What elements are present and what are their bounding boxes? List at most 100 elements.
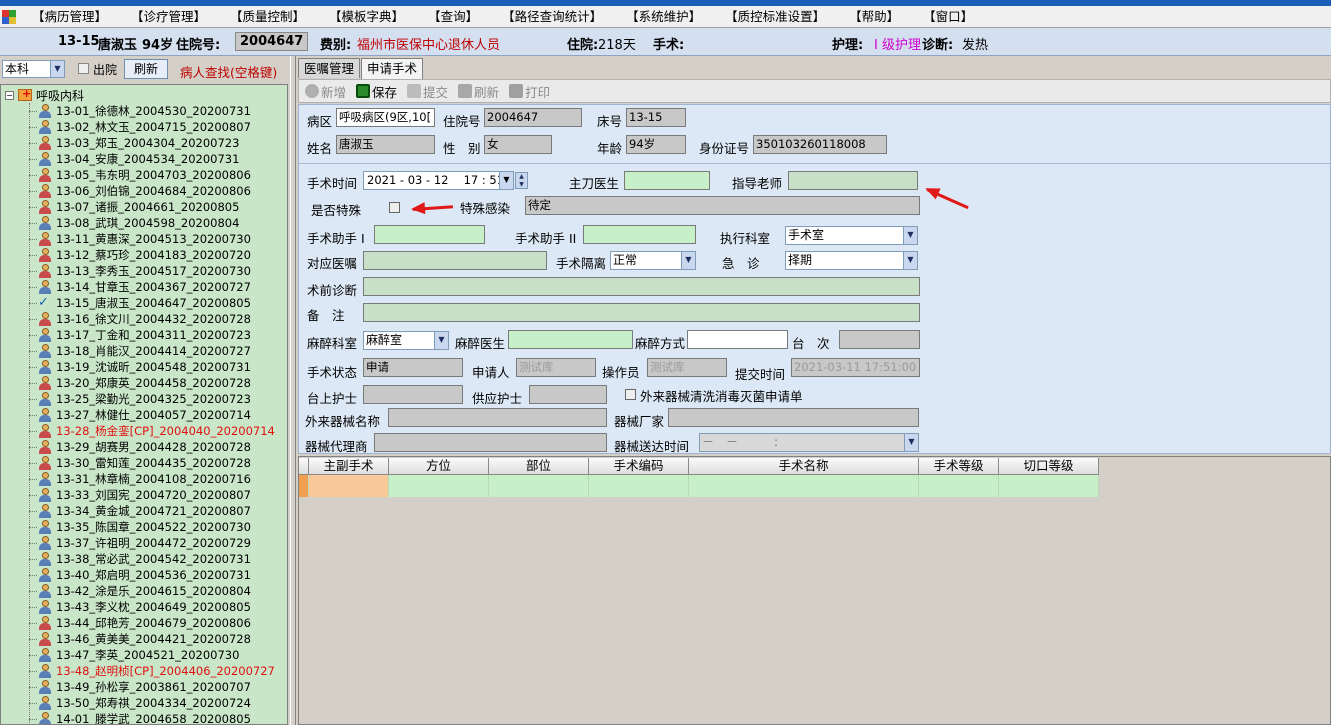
procedure-grid[interactable]: 主副手术 方位 部位 手术编码 手术名称 手术等级 切口等级 xyxy=(298,456,1331,725)
supply-nurse-field[interactable] xyxy=(529,385,607,404)
menu-system[interactable]: 【系统维护】 xyxy=(614,7,713,27)
submit-time-field[interactable]: 2021-03-11 17:51:00 xyxy=(791,358,920,377)
grid-col-main-sub[interactable]: 主副手术 xyxy=(309,458,389,475)
submit-button[interactable]: 提交 xyxy=(407,82,448,101)
grid-cell-name[interactable] xyxy=(689,475,919,497)
time-spinner[interactable]: ▲ ▼ xyxy=(515,172,528,189)
mentor-field[interactable] xyxy=(788,171,918,190)
tree-patient-item[interactable]: 13-07_诸振_2004661_20200805 xyxy=(29,199,239,215)
tree-patient-item[interactable]: 13-38_常必武_2004542_20200731 xyxy=(29,551,251,567)
tree-patient-item[interactable]: 13-19_沈诚昕_2004548_20200731 xyxy=(29,359,251,375)
surgeon-field[interactable] xyxy=(624,171,710,190)
tree-patient-item[interactable]: 13-47_李英_2004521_20200730 xyxy=(29,647,239,663)
anes-method-field[interactable] xyxy=(687,330,788,349)
tree-patient-item[interactable]: ✓ 13-15_唐淑玉_2004647_20200805 xyxy=(29,295,251,311)
ext-name-field[interactable] xyxy=(388,408,607,427)
tree-patient-item[interactable]: 13-46_黄美美_2004421_20200728 xyxy=(29,631,251,647)
spin-down-icon[interactable]: ▼ xyxy=(516,181,527,189)
patient-search-label[interactable]: 病人查找(空格键) xyxy=(180,62,277,81)
anes-doctor-field[interactable] xyxy=(508,330,633,349)
chevron-down-icon[interactable]: ▼ xyxy=(903,227,917,244)
grid-col-position[interactable]: 方位 xyxy=(389,458,489,475)
age-field[interactable]: 94岁 xyxy=(626,135,686,154)
sex-field[interactable]: 女 xyxy=(484,135,552,154)
manufacturer-field[interactable] xyxy=(668,408,919,427)
tree-patient-item[interactable]: 13-08_武琪_2004598_20200804 xyxy=(29,215,239,231)
tree-patient-item[interactable]: 13-18_肖能汉_2004414_20200727 xyxy=(29,343,251,359)
grid-col-name[interactable]: 手术名称 xyxy=(689,458,919,475)
tree-patient-item[interactable]: 13-12_蔡巧珍_2004183_20200720 xyxy=(29,247,251,263)
grid-cell-code[interactable] xyxy=(589,475,689,497)
remark-field[interactable] xyxy=(363,303,920,322)
scrub-nurse-field[interactable] xyxy=(363,385,463,404)
exec-dept-select[interactable]: 手术室 ▼ xyxy=(785,226,918,245)
special-infection-field[interactable]: 待定 xyxy=(525,196,920,215)
name-field[interactable]: 唐淑玉 xyxy=(336,135,435,154)
tree-root-dept[interactable]: − 呼吸内科 xyxy=(5,87,84,103)
urgent-select[interactable]: 择期 ▼ xyxy=(785,251,918,270)
tree-patient-item[interactable]: 13-14_甘章玉_2004367_20200727 xyxy=(29,279,251,295)
menu-treatment[interactable]: 【诊疗管理】 xyxy=(119,7,218,27)
applicant-field[interactable]: 测试库 xyxy=(516,358,596,377)
tree-patient-item[interactable]: 13-03_郑玉_2004304_20200723 xyxy=(29,135,239,151)
tree-patient-item[interactable]: 13-05_韦东明_2004703_20200806 xyxy=(29,167,251,183)
row-indicator[interactable] xyxy=(299,475,309,497)
menu-help[interactable]: 【帮助】 xyxy=(837,7,911,27)
admission-no-field[interactable]: 2004647 xyxy=(484,108,582,127)
grid-col-grade[interactable]: 手术等级 xyxy=(919,458,999,475)
tree-patient-item[interactable]: 13-37_许祖明_2004472_20200729 xyxy=(29,535,251,551)
bed-no-field[interactable]: 13-15 xyxy=(626,108,686,127)
tree-patient-item[interactable]: 13-40_郑启明_2004536_20200731 xyxy=(29,567,251,583)
assistant1-field[interactable] xyxy=(374,225,485,244)
agent-field[interactable] xyxy=(374,433,607,452)
tree-patient-item[interactable]: 13-01_徐德林_2004530_20200731 xyxy=(29,103,251,119)
tab-surgery-request[interactable]: 申请手术 xyxy=(361,58,424,79)
tree-patient-item[interactable]: 13-50_郑寿祺_2004334_20200724 xyxy=(29,695,251,711)
menu-path-stats[interactable]: 【路径查询统计】 xyxy=(490,7,614,27)
tree-patient-item[interactable]: 13-11_黄惠深_2004513_20200730 xyxy=(29,231,251,247)
menu-quality-control[interactable]: 【质量控制】 xyxy=(218,7,317,27)
print-button[interactable]: 打印 xyxy=(509,82,550,101)
menu-medical-records[interactable]: 【病历管理】 xyxy=(20,7,119,27)
special-checkbox[interactable] xyxy=(389,202,400,213)
tree-patient-item[interactable]: 13-31_林章楠_2004108_20200716 xyxy=(29,471,251,487)
menu-query[interactable]: 【查询】 xyxy=(416,7,490,27)
menu-templates[interactable]: 【模板字典】 xyxy=(317,7,416,27)
tree-patient-item[interactable]: 14-01_滕学武_2004658_20200805 xyxy=(29,711,251,724)
chevron-down-icon[interactable]: ▼ xyxy=(681,252,695,269)
tree-patient-item[interactable]: 13-34_黄金城_2004721_20200807 xyxy=(29,503,251,519)
grid-cell-position[interactable] xyxy=(389,475,489,497)
chevron-down-icon[interactable]: ▼ xyxy=(50,61,64,77)
grid-cell-grade[interactable] xyxy=(919,475,999,497)
chevron-down-icon[interactable]: ▼ xyxy=(904,434,918,451)
grid-cell-main-sub[interactable] xyxy=(309,475,389,497)
new-button[interactable]: 新增 xyxy=(305,82,346,101)
menu-window[interactable]: 【窗口】 xyxy=(911,7,985,27)
tree-patient-item[interactable]: 13-02_林文玉_2004715_20200807 xyxy=(29,119,251,135)
tree-patient-item[interactable]: 13-27_林健仕_2004057_20200714 xyxy=(29,407,251,423)
chevron-down-icon[interactable]: ▼ xyxy=(499,172,513,189)
menu-qc-standards[interactable]: 【质控标准设置】 xyxy=(713,7,837,27)
tree-patient-item[interactable]: 13-28_杨金銮[CP]_2004040_20200714 xyxy=(29,423,275,439)
id-card-field[interactable]: 350103260118008 xyxy=(753,135,887,154)
tree-patient-item[interactable]: 13-35_陈国章_2004522_20200730 xyxy=(29,519,251,535)
ward-field[interactable]: 呼吸病区(9区,10[ xyxy=(336,108,435,127)
table-row[interactable] xyxy=(299,475,1099,497)
refresh-list-button[interactable]: 刷新 xyxy=(124,59,168,79)
tree-patient-item[interactable]: 13-49_孙松享_2003861_20200707 xyxy=(29,679,251,695)
status-field[interactable]: 申请 xyxy=(363,358,463,377)
tree-patient-item[interactable]: 13-29_胡赛男_2004428_20200728 xyxy=(29,439,251,455)
tree-patient-item[interactable]: 13-06_刘伯锦_2004684_20200806 xyxy=(29,183,251,199)
patient-tree[interactable]: − 呼吸内科 13-01_徐德林_2004530_20200731 13-02_林… xyxy=(0,84,288,725)
grid-cell-incision[interactable] xyxy=(999,475,1099,497)
tree-patient-item[interactable]: 13-48_赵明桢[CP]_2004406_20200727 xyxy=(29,663,275,679)
table-no-field[interactable] xyxy=(839,330,920,349)
operator-field[interactable]: 测试库 xyxy=(647,358,727,377)
isolation-select[interactable]: 正常 ▼ xyxy=(610,251,696,270)
tree-patient-item[interactable]: 13-13_李秀玉_2004517_20200730 xyxy=(29,263,251,279)
chevron-down-icon[interactable]: ▼ xyxy=(903,252,917,269)
tree-patient-item[interactable]: 13-43_李义枕_2004649_20200805 xyxy=(29,599,251,615)
tree-patient-item[interactable]: 13-44_邱艳芳_2004679_20200806 xyxy=(29,615,251,631)
tab-orders[interactable]: 医嘱管理 xyxy=(298,58,361,78)
tree-patient-item[interactable]: 13-17_丁金和_2004311_20200723 xyxy=(29,327,251,343)
